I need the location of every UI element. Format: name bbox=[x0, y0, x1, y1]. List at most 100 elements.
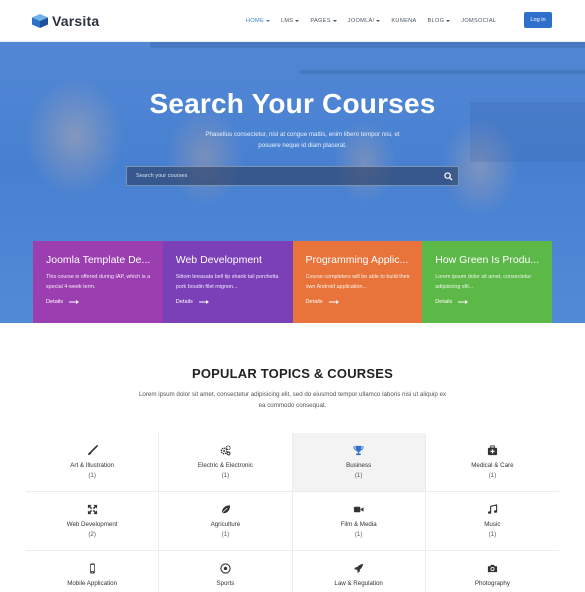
nav-label: PAGES bbox=[310, 18, 331, 24]
brush-icon bbox=[87, 445, 98, 456]
camera-icon bbox=[487, 563, 498, 574]
chevron-down-icon bbox=[376, 20, 381, 22]
rocket-icon bbox=[353, 563, 364, 574]
arrow-right-icon bbox=[458, 300, 469, 304]
course-card[interactable]: How Green Is Produ... Lorem ipsum dolor … bbox=[422, 241, 552, 323]
topic-count: (1) bbox=[354, 472, 363, 479]
soccer-ball-icon bbox=[220, 563, 231, 574]
details-label: Details bbox=[175, 299, 193, 305]
nav-item-joomla[interactable]: JOOMLA! bbox=[348, 18, 381, 24]
topic-web-development[interactable]: Web Development (2) bbox=[26, 492, 160, 551]
nav-label: JOMSOCIAL bbox=[461, 18, 497, 24]
topic-label: Photography bbox=[474, 580, 510, 587]
topic-count: (1) bbox=[221, 472, 230, 479]
nav-item-blog[interactable]: BLOG bbox=[428, 18, 451, 24]
topic-music[interactable]: Music (1) bbox=[425, 492, 559, 551]
main-nav: HOME LMS PAGES JOOMLA! KUNENA BLOG JOMSO… bbox=[246, 0, 507, 42]
topic-count: (1) bbox=[221, 531, 230, 538]
course-search-bar bbox=[126, 166, 459, 186]
topic-medical-care[interactable]: Medical & Care (1) bbox=[425, 433, 559, 492]
nav-label: LMS bbox=[280, 18, 294, 24]
nav-label: BLOG bbox=[427, 18, 445, 24]
course-card-title: Joomla Template De... bbox=[46, 254, 151, 266]
nav-item-pages[interactable]: PAGES bbox=[310, 18, 337, 24]
course-card-description: Course completers will be able to build … bbox=[305, 274, 410, 290]
details-label: Details bbox=[435, 299, 453, 305]
topic-art-illustration[interactable]: Art & Illustration (1) bbox=[26, 433, 160, 492]
logo[interactable]: Varsita bbox=[32, 12, 99, 30]
medkit-icon bbox=[487, 445, 498, 456]
login-button[interactable]: Log in bbox=[524, 12, 552, 28]
details-link[interactable]: Details bbox=[176, 299, 209, 305]
topic-label: Law & Regulation bbox=[334, 580, 383, 587]
topic-law-regulation[interactable]: Law & Regulation bbox=[293, 551, 426, 592]
arrow-right-icon bbox=[69, 300, 80, 304]
course-card-description: Lorem ipsum dolor sit amet, consectetur … bbox=[435, 274, 532, 290]
course-card-description: This course is offered during IAP, which… bbox=[46, 274, 151, 290]
hero-banner: Search Your Courses Phasellus consectetu… bbox=[0, 42, 585, 323]
cogs-icon bbox=[220, 445, 231, 456]
nav-item-jomsocial[interactable]: JOMSOCIAL bbox=[461, 18, 496, 24]
topics-grid: Art & Illustration (1) Electric & Electr… bbox=[26, 433, 559, 592]
topic-electric-electronic[interactable]: Electric & Electronic (1) bbox=[159, 433, 293, 492]
topic-business[interactable]: Business (1) bbox=[292, 433, 426, 492]
featured-courses: Joomla Template De... This course is off… bbox=[33, 241, 552, 323]
trophy-icon bbox=[353, 445, 364, 456]
site-header: Varsita HOME LMS PAGES JOOMLA! KUNENA BL… bbox=[0, 0, 585, 42]
nav-item-lms[interactable]: LMS bbox=[280, 18, 300, 24]
course-card-title: Programming Applic... bbox=[305, 254, 409, 266]
arrow-right-icon bbox=[198, 300, 209, 304]
topic-label: Electric & Electronic bbox=[197, 462, 253, 469]
details-link[interactable]: Details bbox=[306, 299, 339, 305]
topic-photography[interactable]: Photography bbox=[426, 551, 559, 592]
topic-mobile-application[interactable]: Mobile Application bbox=[26, 551, 160, 592]
topic-film-media[interactable]: Film & Media (1) bbox=[292, 492, 426, 551]
course-card-description: Sittoin breasata bell tip shank tail por… bbox=[175, 274, 279, 290]
topic-label: Film & Media bbox=[340, 521, 377, 528]
nav-label: KUNENA bbox=[391, 18, 417, 24]
search-icon[interactable] bbox=[438, 167, 458, 185]
music-icon bbox=[487, 504, 498, 515]
topic-count: (2) bbox=[88, 531, 96, 538]
nav-label: HOME bbox=[246, 18, 264, 24]
course-card[interactable]: Joomla Template De... This course is off… bbox=[33, 241, 163, 323]
topic-sports[interactable]: Sports bbox=[159, 551, 293, 592]
chevron-down-icon bbox=[265, 20, 270, 22]
hero-subtitle: Phasellus consectetur, nisl at congue ma… bbox=[205, 131, 400, 149]
chevron-down-icon bbox=[332, 20, 337, 22]
arrow-right-icon bbox=[328, 300, 339, 304]
leaf-icon bbox=[220, 504, 231, 515]
nav-item-home[interactable]: HOME bbox=[246, 18, 270, 24]
chevron-down-icon bbox=[446, 20, 451, 22]
course-card[interactable]: Programming Applic... Course completers … bbox=[292, 241, 423, 323]
hero-title: Search Your Courses bbox=[149, 88, 436, 119]
mobile-icon bbox=[87, 563, 98, 574]
section-subtitle: Lorem ipsum dolor sit amet, consectetur … bbox=[138, 391, 447, 409]
course-card-title: How Green Is Produ... bbox=[435, 254, 540, 266]
nav-label: JOOMLA! bbox=[347, 18, 375, 24]
topic-count: (1) bbox=[488, 472, 497, 479]
topic-count: (1) bbox=[354, 531, 363, 538]
course-card[interactable]: Web Development Sittoin breasata bell ti… bbox=[162, 241, 293, 323]
topic-label: Business bbox=[346, 462, 372, 469]
details-label: Details bbox=[46, 299, 64, 305]
details-link[interactable]: Details bbox=[46, 299, 80, 305]
topic-agriculture[interactable]: Agriculture (1) bbox=[159, 492, 293, 551]
nav-item-kunena[interactable]: KUNENA bbox=[391, 18, 416, 24]
section-title: POPULAR TOPICS & COURSES bbox=[191, 366, 394, 381]
details-link[interactable]: Details bbox=[435, 299, 469, 305]
topic-label: Mobile Application bbox=[67, 580, 118, 587]
topic-label: Art & Illustration bbox=[70, 462, 114, 469]
topic-count: (1) bbox=[88, 472, 96, 479]
topic-label: Music bbox=[484, 521, 501, 528]
topic-count: (1) bbox=[488, 531, 497, 538]
logo-text: Varsita bbox=[52, 13, 100, 29]
topic-label: Medical & Care bbox=[471, 462, 514, 469]
details-label: Details bbox=[305, 299, 323, 305]
expand-icon bbox=[87, 504, 98, 515]
topic-label: Sports bbox=[216, 580, 235, 587]
topic-label: Web Development bbox=[66, 521, 118, 528]
course-card-title: Web Development bbox=[175, 254, 262, 266]
search-input[interactable] bbox=[127, 167, 438, 185]
video-camera-icon bbox=[353, 504, 364, 515]
